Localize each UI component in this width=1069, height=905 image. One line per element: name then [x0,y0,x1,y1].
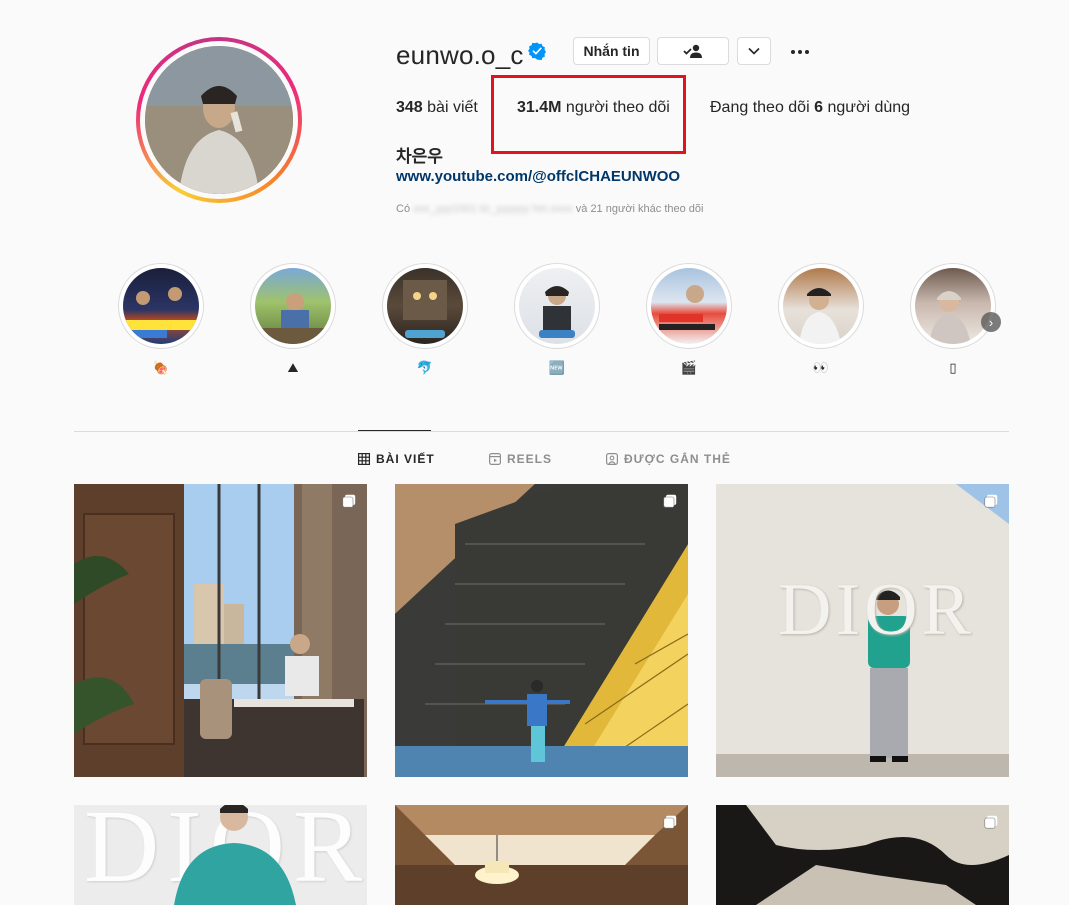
multiple-posts-icon [342,494,356,508]
avatar-photo [145,46,293,194]
highlight-label: 🐬 [416,360,434,375]
post-thumbnail[interactable] [74,484,367,777]
post-overlay-text: DIOR [778,569,975,651]
highlight-label: 🆕 [548,360,566,375]
post-thumbnail[interactable] [716,805,1009,905]
highlight-item[interactable] [778,263,864,349]
highlight-item[interactable] [118,263,204,349]
highlight-item[interactable] [514,263,600,349]
highlight-label: 👀 [812,360,830,375]
username: eunwo.o_c [396,40,524,70]
post-thumbnail[interactable]: DIOR [74,805,367,905]
multiple-posts-icon [984,494,998,508]
profile-avatar[interactable] [136,37,302,203]
highlight-item[interactable] [382,263,468,349]
tagged-icon [606,453,618,465]
grid-icon [358,453,370,465]
more-options-icon[interactable] [786,40,814,64]
highlight-item[interactable] [250,263,336,349]
posts-count-stat: 348 bài viết [396,99,478,116]
person-check-icon [683,44,702,58]
post-thumbnail[interactable] [395,805,688,905]
highlight-label: 🍖 [152,360,170,375]
highlight-label: ▯ [949,360,957,375]
tab-tagged[interactable]: ĐƯỢC GẮN THẺ [606,452,731,466]
following-button[interactable] [657,37,729,65]
active-tab-indicator [358,430,431,431]
tab-reels[interactable]: REELS [489,452,552,466]
reels-icon [489,453,501,465]
following-count-stat[interactable]: Đang theo dõi 6 người dùng [710,99,910,117]
highlight-item[interactable] [646,263,732,349]
website-link[interactable]: www.youtube.com/@offclCHAEUNWOO [396,168,680,185]
highlight-item[interactable] [910,263,996,349]
tabs-divider [74,431,1009,432]
highlights-next-arrow-icon[interactable]: › [981,312,1001,332]
post-thumbnail[interactable]: DIOR [716,484,1009,777]
highlight-label: 🎬 [680,360,698,375]
message-button[interactable]: Nhắn tin [573,37,650,65]
followed-by-text[interactable]: Có xxx_yyy1001 từ_yyyyyy hm.xxxx và 21 n… [396,203,703,215]
followers-annotation-box [491,75,686,154]
highlight-label: ⛰ [287,360,299,375]
multiple-posts-icon [663,815,677,829]
post-thumbnail[interactable] [395,484,688,777]
suggested-accounts-button[interactable] [737,37,771,65]
multiple-posts-icon [984,815,998,829]
multiple-posts-icon [663,494,677,508]
tab-posts[interactable]: BÀI VIẾT [358,452,435,466]
verified-badge-icon [528,42,546,60]
chevron-down-icon [748,47,760,55]
full-name: 차은우 [396,147,443,166]
